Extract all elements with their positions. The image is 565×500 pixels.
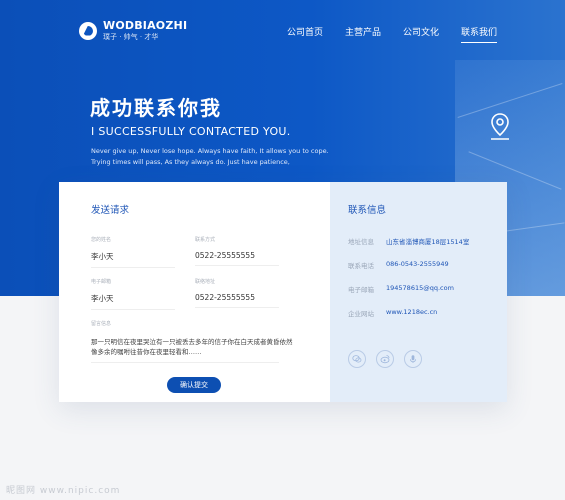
hero-quote-line-2: Trying times will pass, As they always d… [91, 158, 290, 166]
address-input[interactable]: 0522-25555555 [195, 293, 279, 308]
hero-quote-line-1: Never give up, Never lose hope. Always h… [91, 147, 329, 155]
form-field-address[interactable]: 联络地址 0522-25555555 [195, 278, 279, 308]
info-value[interactable]: 086-0543-2555949 [386, 260, 449, 270]
main-nav: 公司首页 主营产品 公司文化 联系我们 [287, 25, 519, 43]
logo[interactable]: WODBIAOZHI 璞子 · 帅气 · 才华 [79, 20, 187, 41]
info-row-email: 电子邮箱 194578615@qq.com [348, 284, 454, 294]
info-label: 电子邮箱 [348, 286, 374, 294]
submit-button[interactable]: 确认提交 [167, 377, 221, 393]
info-row-address: 地址信息 山东省淄博商厦18层1514室 [348, 236, 469, 246]
field-label: 您的姓名 [91, 237, 112, 243]
nav-item-products[interactable]: 主营产品 [345, 25, 381, 43]
request-form: 发送请求 您的姓名 李小天 联系方式 0522-25555555 电子邮箱 李小… [59, 182, 330, 402]
field-label: 联系方式 [195, 237, 216, 243]
field-label: 联络地址 [195, 279, 216, 285]
info-value[interactable]: 194578615@qq.com [386, 284, 454, 294]
logo-mark-icon [79, 21, 97, 40]
info-label: 地址信息 [348, 238, 374, 246]
email-input[interactable]: 李小天 [91, 293, 175, 310]
info-label: 联系电话 [348, 262, 374, 270]
page-title: 成功联系你我 [90, 96, 222, 120]
info-label: 企业网站 [348, 310, 374, 318]
info-title: 联系信息 [348, 205, 387, 216]
field-label: 电子邮箱 [91, 279, 112, 285]
contact-info-panel: 联系信息 地址信息 山东省淄博商厦18层1514室 联系电话 086-0543-… [330, 182, 507, 402]
form-field-phone[interactable]: 联系方式 0522-25555555 [195, 236, 279, 266]
form-field-email[interactable]: 电子邮箱 李小天 [91, 278, 175, 310]
message-divider [91, 362, 279, 363]
form-field-name[interactable]: 您的姓名 李小天 [91, 236, 175, 268]
name-input[interactable]: 李小天 [91, 251, 175, 268]
nav-item-contact[interactable]: 联系我们 [461, 25, 498, 43]
phone-input[interactable]: 0522-25555555 [195, 251, 279, 266]
contact-card: 发送请求 您的姓名 李小天 联系方式 0522-25555555 电子邮箱 李小… [59, 182, 507, 402]
watermark: 昵图网 www.nipic.com [6, 486, 121, 496]
location-pin-icon [491, 113, 509, 140]
wechat-icon[interactable] [348, 350, 366, 368]
message-label: 留言信息 [91, 321, 112, 327]
info-row-phone: 联系电话 086-0543-2555949 [348, 260, 449, 270]
page-subtitle: I SUCCESSFULLY CONTACTED YOU. [91, 125, 291, 138]
weibo-icon[interactable] [376, 350, 394, 368]
nav-item-home[interactable]: 公司首页 [287, 25, 323, 43]
message-textarea[interactable]: 那一只明信在夜里哭泣有一只被丢去多年的信子你在白天成者黄昏依然像多余的嘱咐往昔你… [91, 337, 296, 357]
info-value: 山东省淄博商厦18层1514室 [386, 238, 470, 246]
mic-icon[interactable] [404, 350, 422, 368]
brand-name: WODBIAOZHI [103, 19, 188, 32]
info-row-website: 企业网站 www.1218ec.cn [348, 308, 437, 318]
form-title: 发送请求 [91, 205, 130, 216]
nav-item-culture[interactable]: 公司文化 [403, 25, 439, 43]
brand-slogan: 璞子 · 帅气 · 才华 [103, 33, 159, 41]
info-value[interactable]: www.1218ec.cn [386, 308, 437, 318]
